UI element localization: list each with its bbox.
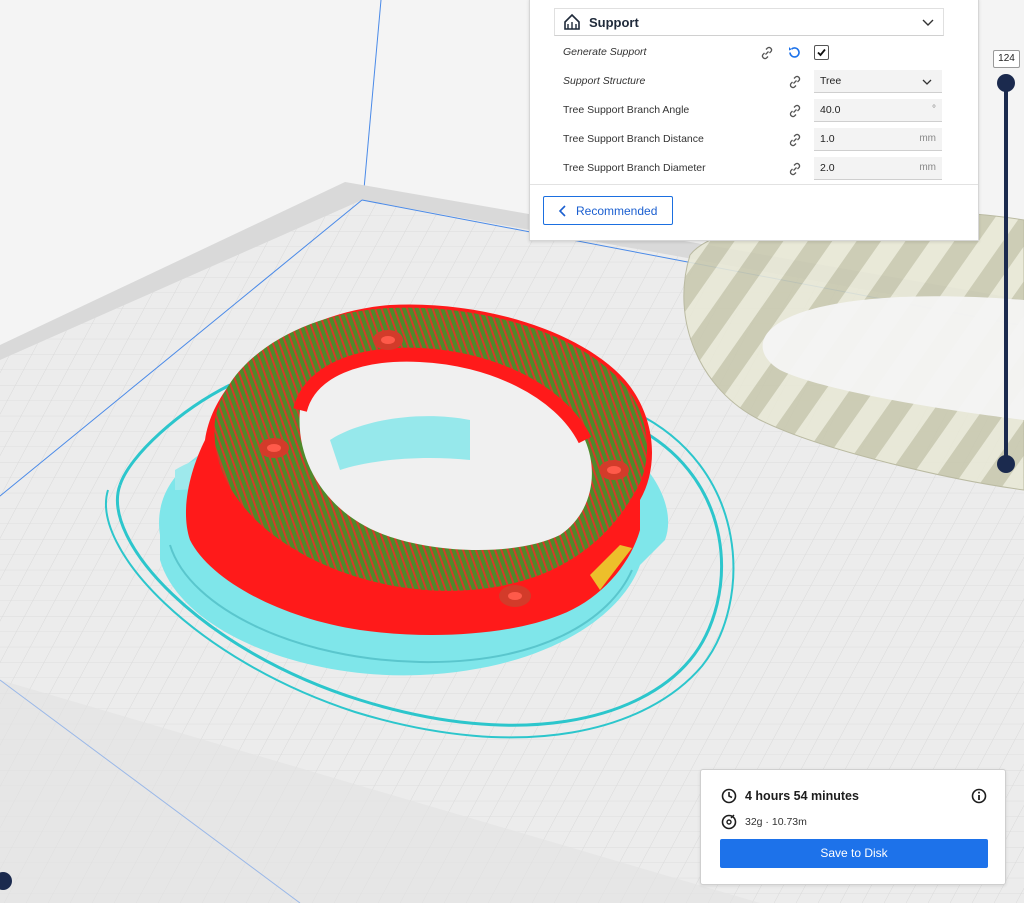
print-time-row: 4 hours 54 minutes [721,788,859,804]
layer-number-field[interactable]: 124 [993,50,1020,68]
setting-branch-diameter: Tree Support Branch Diameter 2.0 mm [554,156,944,182]
link-icon[interactable] [759,45,775,61]
layer-slider-track[interactable] [1004,82,1008,465]
boss [599,460,629,480]
support-section-title: Support [589,14,639,30]
branch-angle-input[interactable]: 40.0 ° [814,99,942,122]
link-icon[interactable] [787,103,803,119]
setting-branch-distance: Tree Support Branch Distance 1.0 mm [554,127,944,153]
input-unit: ° [932,104,936,115]
input-unit: mm [919,133,936,144]
recommended-button-label: Recommended [576,203,658,218]
setting-label: Tree Support Branch Angle [563,104,690,116]
boss [259,438,289,458]
link-icon[interactable] [787,161,803,177]
chevron-left-icon [558,204,566,217]
support-structure-select[interactable]: Tree [814,70,942,93]
setting-label: Support Structure [563,75,646,87]
chevron-down-icon[interactable] [921,15,935,29]
link-icon[interactable] [787,74,803,90]
panel-divider [530,184,978,185]
input-unit: mm [919,162,936,173]
spool-icon [721,814,737,830]
print-time: 4 hours 54 minutes [745,789,859,803]
setting-support-structure: Support Structure Tree [554,69,944,95]
check-icon [817,48,826,57]
boss [373,330,403,350]
setting-generate-support: Generate Support [554,40,944,66]
branch-diameter-input[interactable]: 2.0 mm [814,157,942,180]
print-settings-panel: Support Generate Support Support Structu… [529,0,979,241]
material-row: 32g · 10.73m [721,814,807,830]
clock-icon [721,788,737,804]
support-section-header[interactable]: Support [554,8,944,36]
print-info-card: 4 hours 54 minutes 32g · 10.73m Save to … [700,769,1006,885]
layer-slider-top-handle[interactable] [997,74,1015,92]
reset-icon[interactable] [787,45,802,60]
save-to-disk-button[interactable]: Save to Disk [720,839,988,868]
setting-label: Generate Support [563,46,647,58]
chevron-down-icon [922,79,932,85]
select-value: Tree [820,75,842,87]
input-value: 1.0 [820,133,835,145]
boss [499,585,531,607]
info-icon[interactable] [971,788,987,804]
setting-label: Tree Support Branch Diameter [563,162,706,174]
input-value: 40.0 [820,104,841,116]
generate-support-checkbox[interactable] [814,45,829,60]
material-usage: 32g · 10.73m [745,816,807,828]
recommended-button[interactable]: Recommended [543,196,673,225]
input-value: 2.0 [820,162,835,174]
link-icon[interactable] [787,132,803,148]
support-icon [564,13,580,30]
branch-distance-input[interactable]: 1.0 mm [814,128,942,151]
setting-branch-angle: Tree Support Branch Angle 40.0 ° [554,98,944,124]
layer-slider-bottom-handle[interactable] [997,455,1015,473]
setting-label: Tree Support Branch Distance [563,133,704,145]
